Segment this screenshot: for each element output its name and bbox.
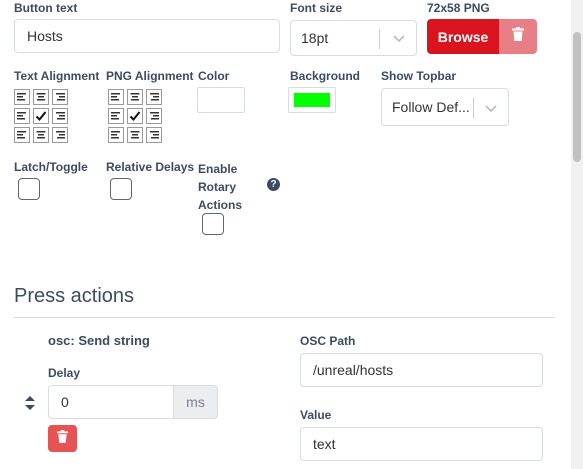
align-middle-center-checked-icon[interactable] (33, 108, 49, 124)
delay-input[interactable]: 0 (48, 385, 174, 419)
rotary-actions-label: Enable Rotary Actions (198, 160, 242, 214)
background-color-picker[interactable] (288, 87, 336, 113)
font-size-select[interactable]: 18pt (290, 20, 417, 56)
chevron-down-icon (484, 101, 498, 118)
button-text-input[interactable]: Hosts (14, 19, 280, 53)
browse-button[interactable]: Browse (427, 19, 499, 54)
align-bottom-right-icon[interactable] (52, 127, 68, 143)
png-label: 72x58 PNG (427, 1, 490, 15)
text-alignment-label: Text Alignment (14, 69, 100, 83)
delay-label: Delay (48, 366, 81, 380)
value-input[interactable]: text (300, 427, 543, 461)
align-bottom-left-icon[interactable] (14, 127, 30, 143)
relative-delays-checkbox[interactable] (110, 178, 132, 200)
align-top-left-icon[interactable] (14, 89, 30, 105)
png-alignment-grid (108, 89, 162, 143)
drag-handle-icon[interactable] (24, 396, 36, 415)
text-alignment-grid (14, 89, 68, 143)
font-size-value: 18pt (301, 30, 329, 46)
trash-icon (512, 27, 524, 46)
delete-png-button[interactable] (499, 19, 537, 54)
scrollbar-thumb[interactable] (573, 32, 581, 162)
show-topbar-select[interactable]: Follow Def... (381, 88, 509, 126)
scrollbar[interactable] (571, 0, 583, 469)
relative-delays-label: Relative Delays (106, 160, 195, 174)
show-topbar-label: Show Topbar (381, 69, 457, 83)
section-divider (14, 317, 555, 318)
rotary-actions-checkbox[interactable] (202, 213, 224, 235)
rotary-label-line3: Actions (198, 198, 243, 212)
latch-toggle-checkbox[interactable] (18, 178, 40, 200)
background-label: Background (290, 69, 361, 83)
png-align-bottom-right-icon[interactable] (146, 127, 162, 143)
align-top-right-icon[interactable] (52, 89, 68, 105)
select-separator (379, 29, 380, 49)
png-align-bottom-center-icon[interactable] (127, 127, 143, 143)
align-top-center-icon[interactable] (33, 89, 49, 105)
color-label: Color (198, 69, 230, 83)
press-actions-title: Press actions (14, 285, 135, 307)
osc-path-label: OSC Path (300, 334, 356, 348)
png-alignment-label: PNG Alignment (106, 69, 194, 83)
select-separator (473, 98, 474, 118)
delay-value: 0 (61, 394, 69, 410)
rotary-label-line1: Enable (198, 162, 238, 176)
help-icon[interactable]: ? (267, 178, 280, 191)
action-name: osc: Send string (48, 333, 150, 348)
png-align-middle-right-icon[interactable] (146, 108, 162, 124)
font-size-label: Font size (290, 1, 343, 15)
png-align-middle-center-checked-icon[interactable] (127, 108, 143, 124)
png-align-top-center-icon[interactable] (127, 89, 143, 105)
png-align-middle-left-icon[interactable] (108, 108, 124, 124)
trash-icon (57, 429, 68, 448)
osc-path-input[interactable]: /unreal/hosts (300, 353, 543, 387)
align-middle-right-icon[interactable] (52, 108, 68, 124)
latch-toggle-label: Latch/Toggle (14, 160, 88, 174)
png-align-top-left-icon[interactable] (108, 89, 124, 105)
osc-path-value: /unreal/hosts (313, 362, 394, 378)
rotary-label-line2: Rotary (198, 180, 237, 194)
png-align-top-right-icon[interactable] (146, 89, 162, 105)
background-swatch (294, 93, 330, 107)
color-picker[interactable] (197, 87, 245, 113)
show-topbar-value: Follow Def... (392, 99, 470, 115)
chevron-down-icon (392, 31, 406, 48)
delay-unit: ms (173, 385, 218, 419)
value-value: text (313, 436, 336, 452)
button-text-value: Hosts (27, 28, 63, 44)
png-align-bottom-left-icon[interactable] (108, 127, 124, 143)
value-label: Value (300, 408, 332, 422)
delete-action-button[interactable] (48, 425, 77, 452)
button-text-label: Button text (14, 1, 78, 15)
align-bottom-center-icon[interactable] (33, 127, 49, 143)
align-middle-left-icon[interactable] (14, 108, 30, 124)
